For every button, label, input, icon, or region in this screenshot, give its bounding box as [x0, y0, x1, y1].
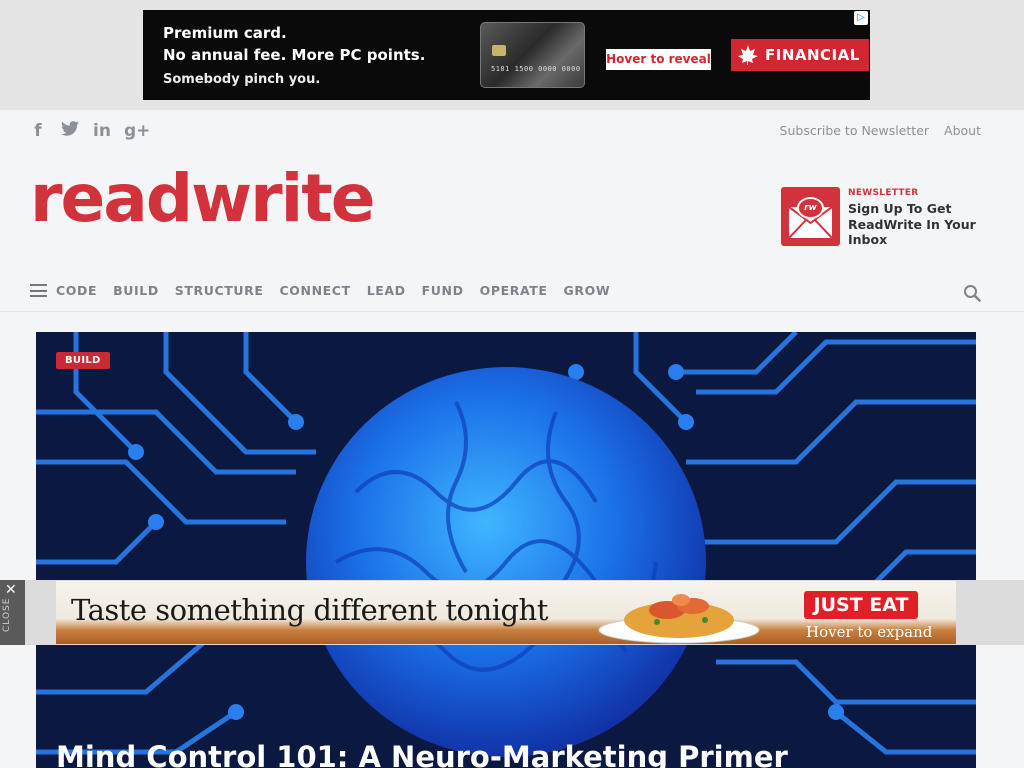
nav-items: CODE BUILD STRUCTURE CONNECT LEAD FUND O…: [56, 283, 610, 298]
card-number: 5181 1500 0000 0000: [491, 65, 581, 73]
newsletter-text: Sign Up To Get ReadWrite In Your Inbox: [848, 201, 976, 247]
card-chip-icon: [492, 45, 506, 56]
newsletter-signup[interactable]: rw NEWSLETTER Sign Up To Get ReadWrite I…: [781, 187, 981, 247]
subscribe-newsletter-link[interactable]: Subscribe to Newsletter: [780, 123, 929, 138]
financial-brand-text: FINANCIAL: [765, 46, 860, 64]
just-eat-ad-creative[interactable]: Taste something different tonight JUST E…: [56, 581, 956, 644]
hero-article[interactable]: BUILD Mind Control 101: A Neuro-Marketin…: [36, 332, 976, 768]
rw-badge-icon: rw: [797, 197, 824, 219]
main-nav: CODE BUILD STRUCTURE CONNECT LEAD FUND O…: [30, 283, 610, 298]
newsletter-kicker: NEWSLETTER: [848, 188, 919, 198]
newsletter-envelope-icon: rw: [781, 187, 840, 246]
social-links: f in g+: [28, 121, 150, 141]
ad-headline-line1: Premium card.: [163, 24, 287, 42]
hover-to-expand-button[interactable]: Hover to expand: [806, 623, 932, 641]
hero-article-title[interactable]: Mind Control 101: A Neuro-Marketing Prim…: [56, 740, 788, 768]
bottom-ad-headline: Taste something different tonight: [71, 593, 548, 627]
ad-headline-line2: No annual fee. More PC points.: [163, 46, 426, 64]
ad-tagline: Somebody pinch you.: [163, 72, 321, 87]
nav-item-connect[interactable]: CONNECT: [280, 283, 351, 298]
food-plate-image: [598, 594, 760, 644]
close-label: CLOSE: [2, 597, 12, 632]
just-eat-logo: JUST EAT: [804, 591, 918, 619]
financial-logo: FINANCIAL: [731, 39, 869, 71]
nav-item-lead[interactable]: LEAD: [367, 283, 406, 298]
hamburger-menu-icon[interactable]: [30, 284, 47, 297]
google-plus-icon[interactable]: g+: [124, 121, 150, 141]
nav-item-build[interactable]: BUILD: [113, 283, 159, 298]
nav-item-grow[interactable]: GROW: [564, 283, 611, 298]
nav-item-operate[interactable]: OPERATE: [480, 283, 548, 298]
hover-to-reveal-button[interactable]: Hover to reveal: [606, 49, 711, 70]
adchoices-icon[interactable]: ▷: [854, 11, 868, 25]
close-icon: ✕: [5, 582, 17, 598]
facebook-icon[interactable]: f: [28, 121, 48, 141]
readwrite-logo[interactable]: readwrite: [30, 166, 376, 232]
about-link[interactable]: About: [944, 123, 981, 138]
nav-item-fund[interactable]: FUND: [422, 283, 464, 298]
nav-item-code[interactable]: CODE: [56, 283, 97, 298]
utility-links: Subscribe to Newsletter About: [780, 123, 981, 138]
twitter-icon[interactable]: [60, 121, 80, 141]
search-icon[interactable]: [963, 284, 981, 302]
category-badge[interactable]: BUILD: [56, 352, 110, 369]
circuit-brain-illustration: [36, 332, 976, 757]
linkedin-icon[interactable]: in: [92, 121, 112, 141]
credit-card-image: 5181 1500 0000 0000: [480, 22, 585, 88]
header-divider: [0, 311, 1024, 312]
top-ad-band: Premium card. No annual fee. More PC poi…: [0, 0, 1024, 110]
nav-item-structure[interactable]: STRUCTURE: [175, 283, 264, 298]
maple-leaf-icon: [738, 45, 758, 65]
bottom-sticky-ad[interactable]: Taste something different tonight JUST E…: [25, 580, 1024, 645]
close-ad-button[interactable]: ✕ CLOSE: [0, 580, 25, 645]
top-banner-ad[interactable]: Premium card. No annual fee. More PC poi…: [143, 10, 870, 100]
